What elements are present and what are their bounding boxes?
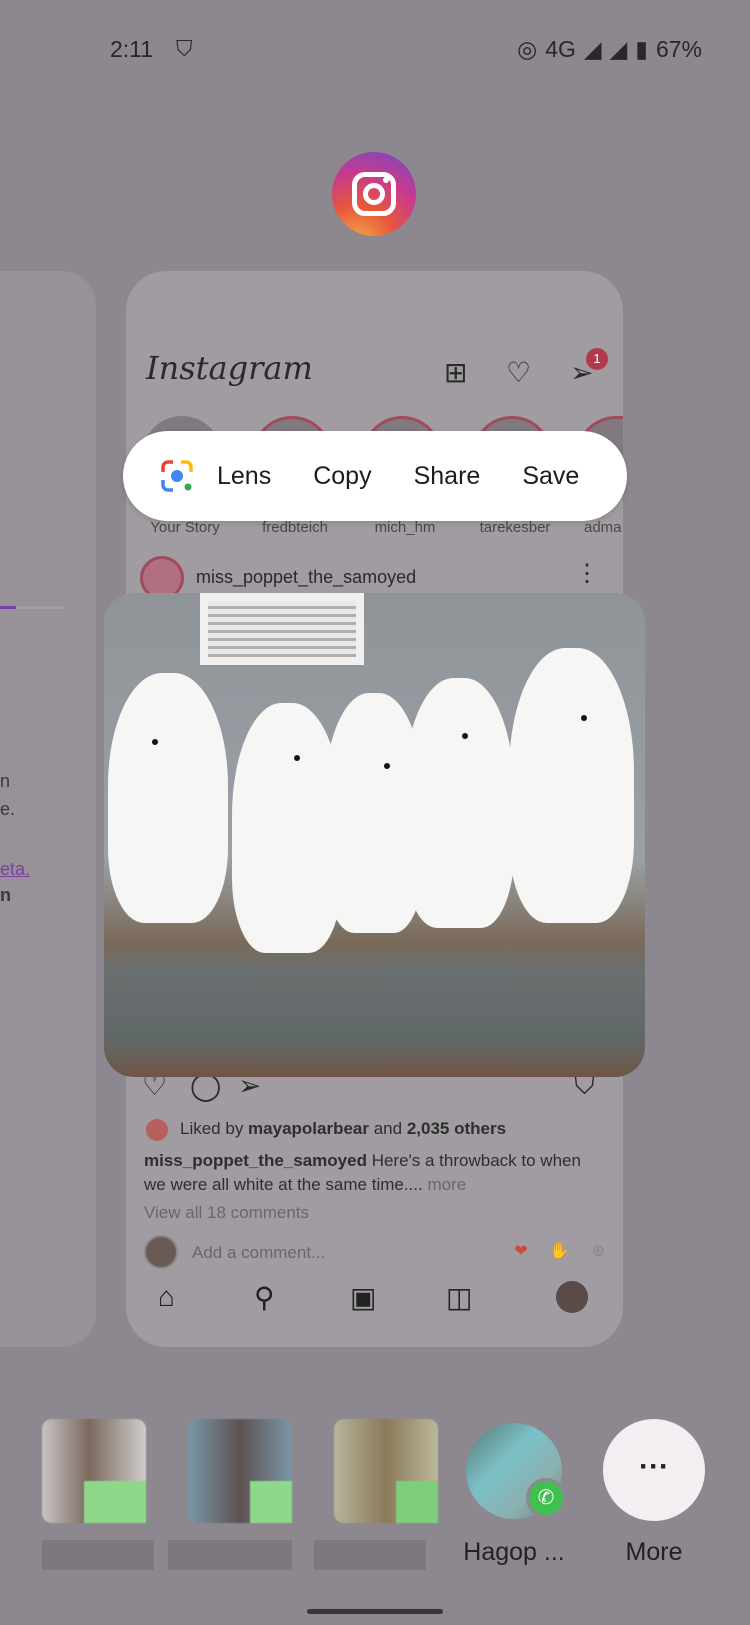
instagram-icon[interactable] [332, 152, 416, 236]
post-caption: miss_poppet_the_samoyed Here's a throwba… [144, 1149, 604, 1197]
share-target-label-blurred [42, 1540, 154, 1570]
likes-text[interactable]: Liked by mayapolarbear and 2,035 others [180, 1119, 506, 1139]
nav-reels-icon[interactable]: ▣ [350, 1281, 376, 1314]
sim-card-icon: ⛉ [176, 36, 193, 61]
dog-nose [581, 715, 587, 721]
story-label: mich_hm [374, 519, 436, 536]
likes-mid: and [369, 1119, 407, 1138]
story-label: adma [584, 519, 622, 536]
status-icons: ◎ 4G ◢ ◢ ▮ 67% [517, 36, 702, 63]
battery-icon: ▮ [635, 36, 648, 62]
image-action-popup: Lens Copy Share Save [123, 431, 627, 521]
dog [509, 648, 634, 923]
user-avatar [144, 1235, 178, 1269]
more-options-icon[interactable]: ⋮ [575, 559, 599, 588]
nav-home-icon[interactable]: ⌂ [158, 1281, 175, 1313]
more-label: More [625, 1538, 683, 1566]
home-indicator[interactable] [307, 1609, 443, 1614]
nav-search-icon[interactable]: ⚲ [254, 1281, 275, 1314]
share-target-avatar-blurred[interactable] [42, 1419, 146, 1523]
add-post-icon[interactable]: ⊞ [444, 356, 467, 389]
selected-post-image[interactable] [104, 593, 645, 1077]
post-username[interactable]: miss_poppet_the_samoyed [196, 567, 416, 588]
link-fragment[interactable]: eta. [0, 859, 30, 880]
network-type: 4G [545, 36, 576, 62]
view-comments-link[interactable]: View all 18 comments [144, 1203, 309, 1223]
likes-count[interactable]: 2,035 others [407, 1119, 506, 1138]
notification-badge: 1 [586, 348, 608, 370]
share-target-label-blurred [168, 1540, 292, 1570]
share-target-label-blurred [314, 1540, 426, 1570]
story-label: fredbteich [262, 519, 328, 536]
signal-roaming-icon: ◢ [609, 36, 628, 62]
text-fragment: n [0, 771, 11, 791]
save-button[interactable]: Save [522, 462, 579, 491]
caption-username[interactable]: miss_poppet_the_samoyed [144, 1151, 367, 1170]
hotspot-icon: ◎ [517, 36, 538, 62]
liker-avatar [146, 1119, 168, 1141]
text-fragment: n [0, 885, 11, 905]
story-label: tarekesber [479, 519, 551, 536]
heart-icon[interactable]: ♡ [506, 356, 531, 389]
more-button[interactable]: ··· [603, 1419, 705, 1521]
battery-level: 67% [655, 36, 702, 62]
signal-icon: ◢ [583, 36, 602, 62]
nav-profile-avatar[interactable] [556, 1281, 588, 1313]
dog-nose [384, 763, 390, 769]
heart-emoji[interactable]: ❤ [514, 1241, 527, 1261]
progress-bar [0, 606, 64, 609]
dog-nose [152, 739, 158, 745]
share-target-avatar-blurred[interactable] [188, 1419, 292, 1523]
share-target-avatar-blurred[interactable] [334, 1419, 438, 1523]
copy-button[interactable]: Copy [313, 462, 371, 491]
dog [404, 678, 514, 928]
whatsapp-icon: ✆ [526, 1478, 566, 1518]
status-time: 2:11 [110, 36, 154, 62]
share-target-label: Hagop ... [463, 1538, 565, 1566]
previous-app-card[interactable]: n e. eta. n [0, 271, 96, 1347]
add-comment-input[interactable]: Add a comment... [192, 1243, 325, 1263]
nav-shop-icon[interactable]: ◫ [446, 1281, 472, 1314]
story-label: Your Story [150, 519, 220, 536]
liker-username[interactable]: mayapolarbear [248, 1119, 369, 1138]
quick-reactions: ❤ ✋ ⊕ [514, 1241, 605, 1261]
window-vent [200, 593, 364, 665]
dog-nose [462, 733, 468, 739]
dog-nose [294, 755, 300, 761]
dog [108, 673, 228, 923]
share-button[interactable]: Share [414, 462, 481, 491]
google-lens-icon[interactable] [159, 458, 195, 494]
lens-button[interactable]: Lens [217, 462, 271, 491]
instagram-logo: Instagram [146, 349, 313, 387]
raised-hands-emoji[interactable]: ✋ [550, 1241, 570, 1261]
text-fragment: e. [0, 799, 16, 819]
caption-more-link[interactable]: more [423, 1175, 466, 1194]
add-emoji-icon[interactable]: ⊕ [592, 1241, 605, 1261]
likes-prefix: Liked by [180, 1119, 249, 1138]
